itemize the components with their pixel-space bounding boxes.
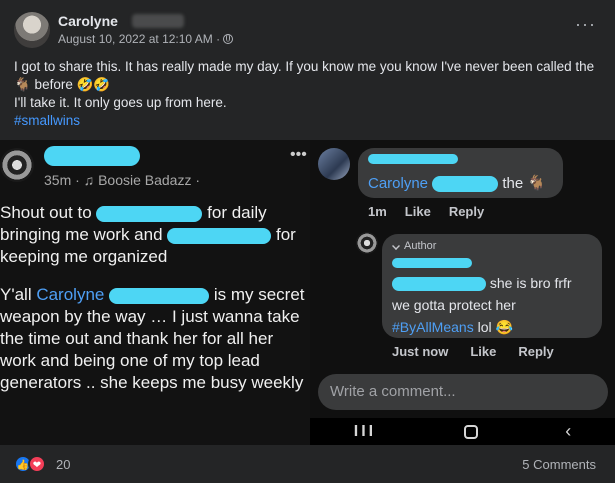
screenshot-meta: 35m · ♫ Boosie Badazz · — [44, 172, 201, 188]
post-text-line1: I got to share this. It has really made … — [14, 59, 595, 74]
post-body: I got to share this. It has really made … — [14, 58, 604, 130]
redacted-name — [167, 227, 272, 244]
post-meta: August 10, 2022 at 12:10 AM · — [58, 32, 234, 46]
reply-reply-button: Reply — [518, 344, 554, 359]
reply-bubble: Author she is bro frfr we gotta protect … — [382, 234, 602, 338]
redacted-name — [109, 287, 210, 304]
android-nav-bar: III ‹ — [310, 418, 615, 445]
redacted-surname — [132, 14, 184, 28]
author-badge: Author — [392, 240, 592, 252]
redacted-name — [96, 205, 203, 222]
reactions-summary[interactable]: 👍 ❤ — [14, 455, 46, 473]
write-comment-input: Write a comment... — [318, 374, 608, 410]
author-badge-label: Author — [404, 240, 437, 252]
screenshot-more-icon: ••• — [290, 146, 307, 163]
love-reaction-icon: ❤ — [28, 455, 46, 473]
post-text-line2: 🐐 before 🤣🤣 — [14, 77, 111, 92]
reply-actions: Just now Like Reply — [392, 344, 554, 359]
screenshot-post-text: Shout out to for daily bringing me work … — [0, 202, 306, 410]
comment-reply-button: Reply — [448, 204, 485, 219]
reply-like-button: Like — [470, 344, 497, 359]
hashtag-link[interactable]: #smallwins — [14, 113, 80, 128]
post-header: Carolyne August 10, 2022 at 12:10 AM · ·… — [14, 10, 604, 50]
comment-bubble: Carolyne the 🐐 — [358, 148, 563, 198]
reply-time: Just now — [392, 344, 449, 359]
author-avatar[interactable] — [14, 12, 50, 48]
poster-avatar — [0, 148, 34, 182]
recent-apps-icon: III — [353, 422, 377, 440]
redacted-name-bar — [44, 146, 140, 166]
back-icon: ‹ — [565, 421, 572, 441]
redacted-name — [432, 176, 499, 193]
carolyne-tag: Carolyne — [368, 175, 429, 192]
byallmeans-hashtag: #ByAllMeans — [392, 319, 474, 335]
redacted-name — [392, 277, 486, 292]
globe-icon — [223, 34, 234, 44]
reply-tail: lol 😂 — [477, 319, 513, 335]
more-options-icon[interactable]: ··· — [575, 14, 596, 35]
home-icon — [463, 424, 478, 439]
pencil-icon — [392, 242, 400, 250]
post-footer: 👍 ❤ 20 5 Comments — [14, 452, 604, 476]
reply-text-a: she is bro frfr — [489, 275, 572, 291]
screenshot-left-pane: ••• 35m · ♫ Boosie Badazz · Shout out to… — [0, 140, 310, 445]
reply-text-b: we gotta protect her — [392, 297, 516, 313]
author-name[interactable]: Carolyne — [58, 13, 118, 29]
comment-tail: the 🐐 — [502, 175, 547, 192]
shared-screenshot-image[interactable]: ••• 35m · ♫ Boosie Badazz · Shout out to… — [0, 140, 615, 445]
post-text-line3: I'll take it. It only goes up from here. — [14, 95, 227, 110]
reply-avatar — [356, 232, 378, 254]
carolyne-tag: Carolyne — [36, 285, 105, 304]
comments-count-link[interactable]: 5 Comments — [522, 457, 596, 472]
redacted-replier-name — [392, 258, 472, 268]
weapon-text-a: Y'all — [0, 285, 32, 304]
reply-text: she is bro frfr we gotta protect her #By… — [392, 272, 592, 338]
screenshot-right-pane: Carolyne the 🐐 1m Like Reply Author she … — [310, 140, 615, 445]
shoutout-text-a: Shout out to — [0, 203, 92, 222]
comment-actions: 1m Like Reply — [368, 204, 484, 219]
post-timestamp[interactable]: August 10, 2022 at 12:10 AM · — [58, 32, 220, 46]
reaction-count[interactable]: 20 — [56, 457, 70, 472]
redacted-commenter-name — [368, 154, 458, 164]
comment-like-button: Like — [404, 204, 431, 219]
commenter-avatar — [318, 148, 350, 180]
comment-time: 1m — [368, 204, 387, 219]
